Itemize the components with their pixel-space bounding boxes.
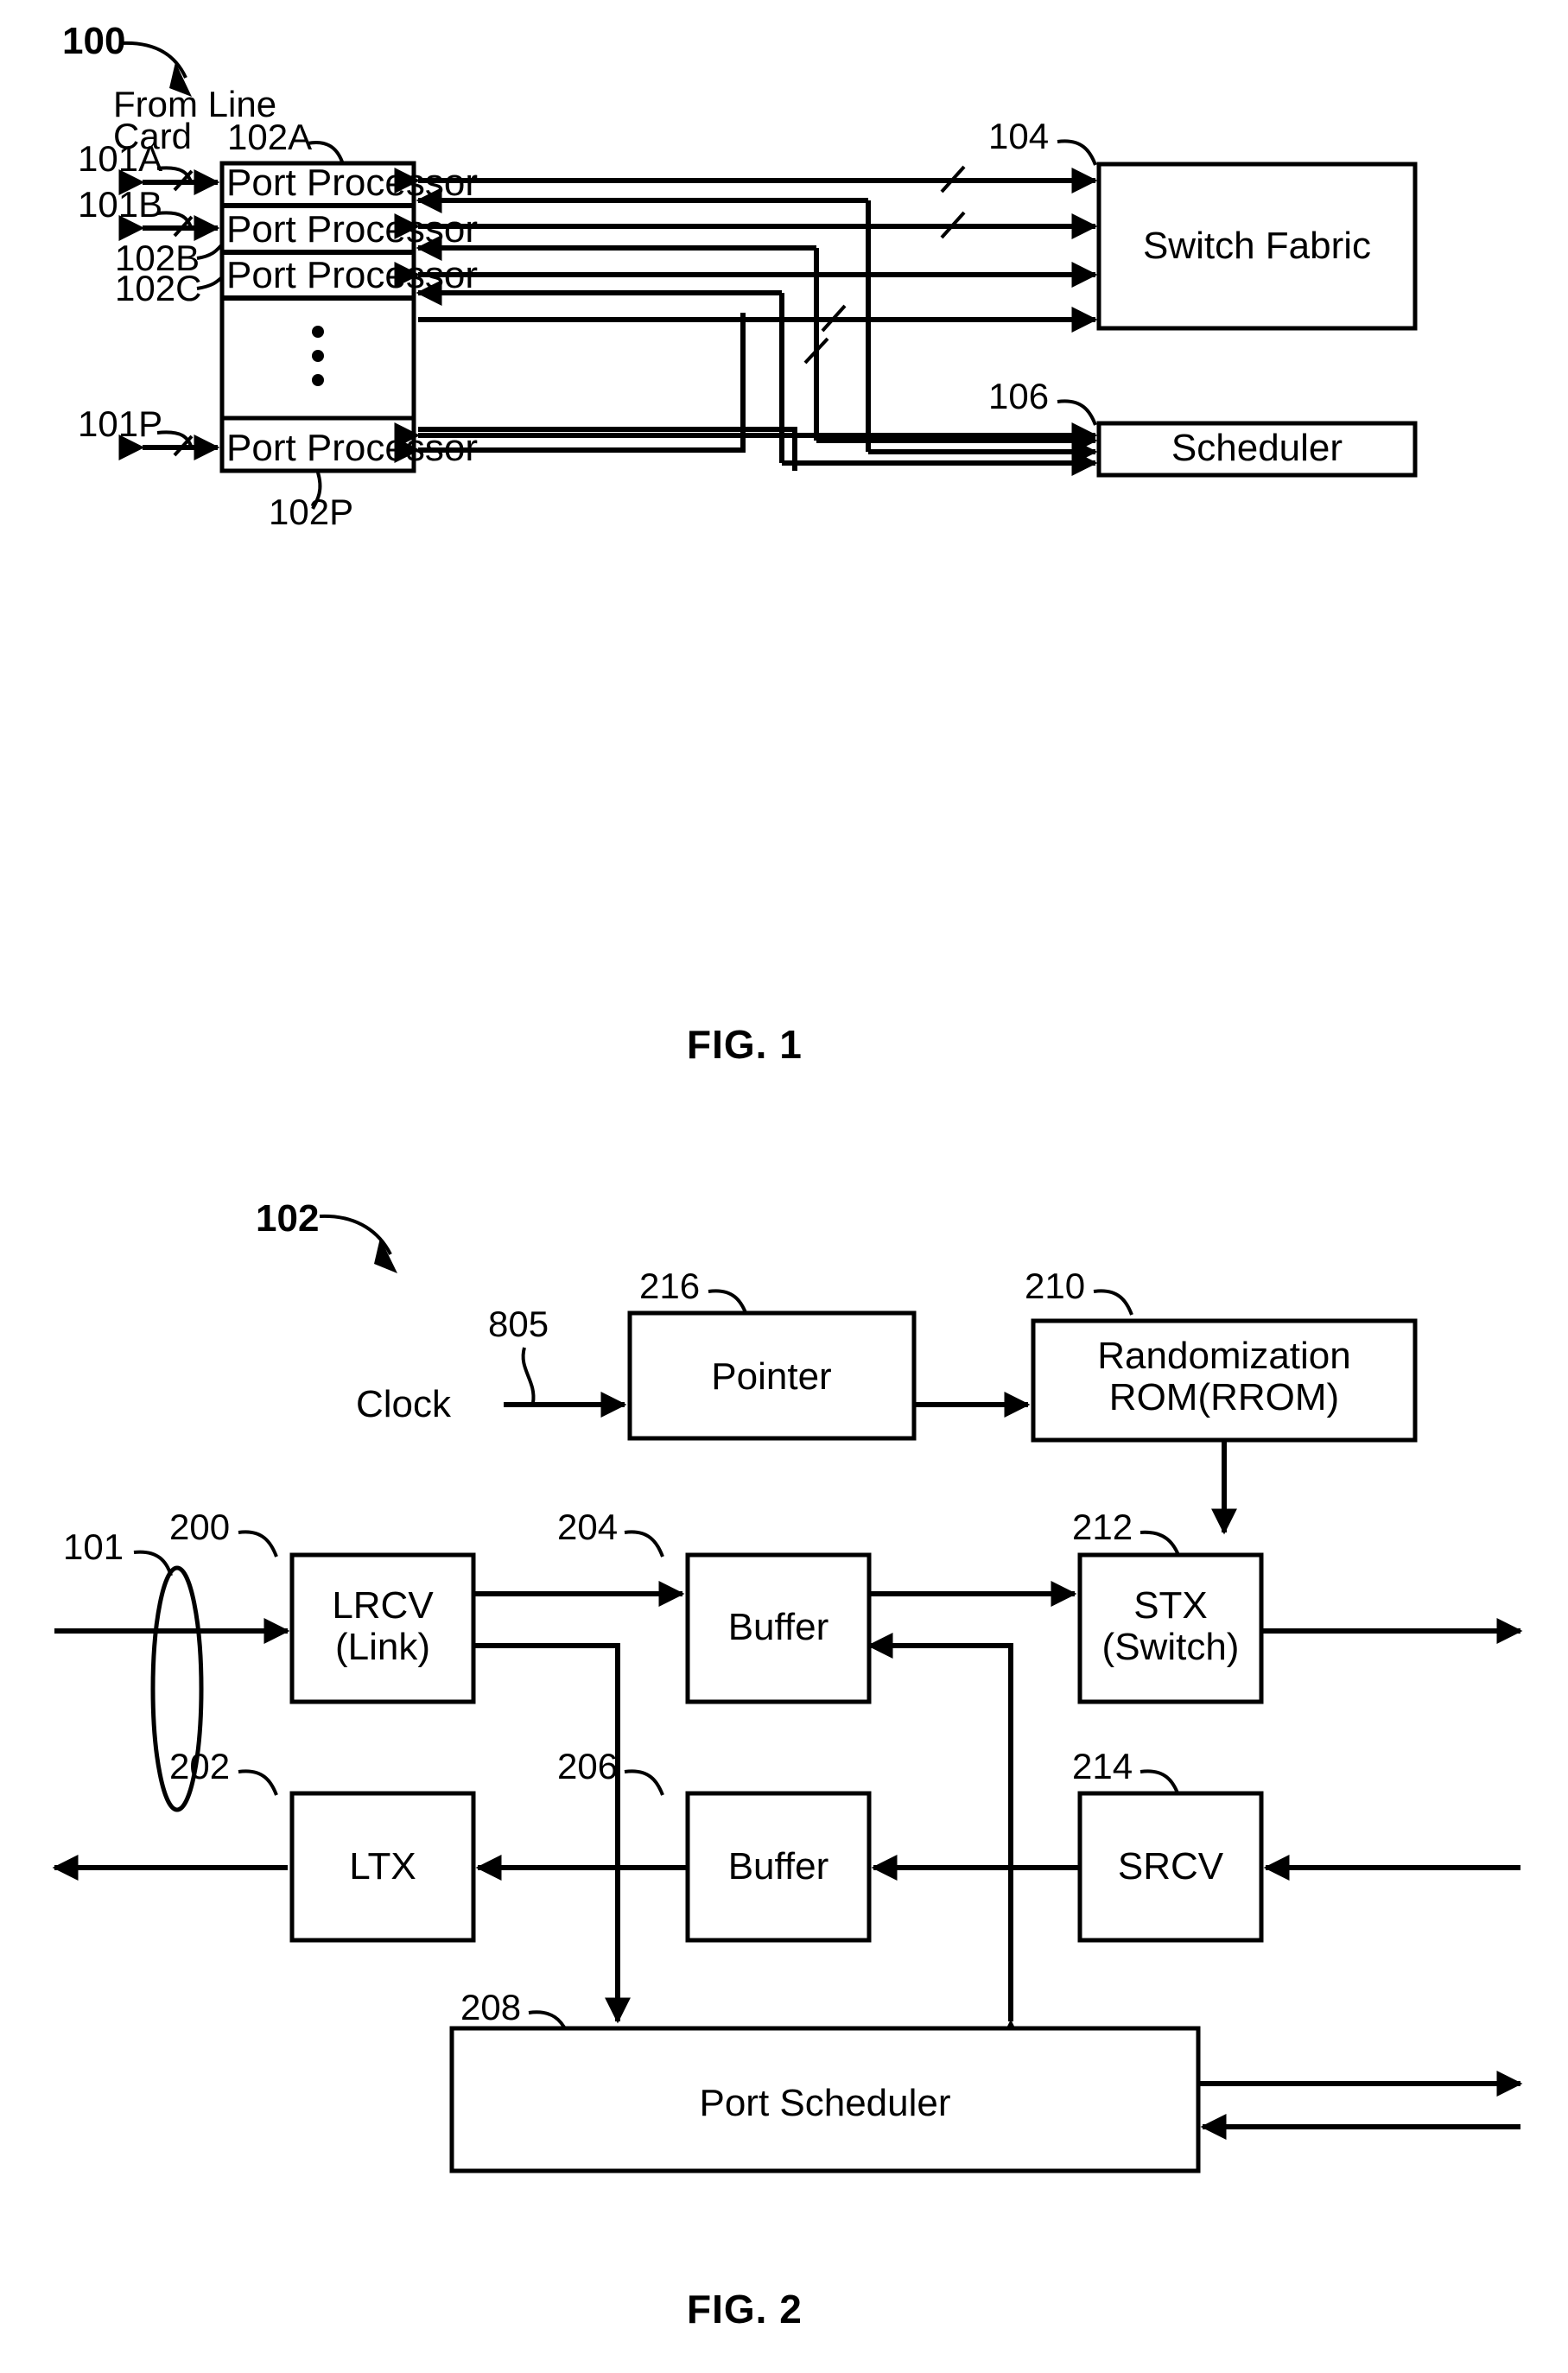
rrom-label-line1: Randomization	[1097, 1335, 1351, 1377]
figure-2-group: 102 Clock 805 216 Pointer 210 Randomizat…	[52, 1197, 1523, 2332]
lrcv-label-line2: (Link)	[335, 1626, 430, 1668]
ellipsis-dot-1	[312, 326, 324, 338]
switch-fabric-label: Switch Fabric	[1143, 225, 1371, 267]
ref-216: 216	[639, 1266, 700, 1306]
ltx-label: LTX	[349, 1845, 416, 1888]
ref-104: 104	[988, 116, 1049, 156]
ref-102p: 102P	[269, 492, 353, 532]
figure-1-group: 100 From Line Card 102A 104 106 Port Pro…	[62, 20, 1418, 1067]
clock-label: Clock	[356, 1383, 452, 1425]
ref-106-leader	[1057, 399, 1097, 426]
ref-206: 206	[557, 1746, 618, 1786]
stx-label-line2: (Switch)	[1102, 1626, 1240, 1668]
ref-106: 106	[988, 376, 1049, 416]
fig2-caption: FIG. 2	[687, 2287, 803, 2332]
rrom-label-line2: ROM(RROM)	[1109, 1376, 1339, 1418]
pointer-label: Pointer	[711, 1355, 831, 1398]
ref-200-leader	[238, 1530, 278, 1558]
ref-202: 202	[169, 1746, 230, 1786]
ref-206-leader	[624, 1769, 664, 1796]
ref-200: 200	[169, 1507, 230, 1547]
buffer204-portsched-wire	[867, 1633, 1024, 2046]
ref-204-leader	[624, 1530, 664, 1558]
figures-canvas: 100 From Line Card 102A 104 106 Port Pro…	[52, 20, 1523, 2332]
srcv-label: SRCV	[1118, 1845, 1224, 1888]
fig2-system-ref: 102	[256, 1197, 319, 1240]
buffer206-label: Buffer	[728, 1845, 829, 1888]
ref-202-leader	[238, 1769, 278, 1796]
patent-drawing-sheet: 100 From Line Card 102A 104 106 Port Pro…	[0, 0, 1568, 2373]
fig1-caption: FIG. 1	[687, 1022, 803, 1067]
ref-210: 210	[1025, 1266, 1085, 1306]
ref-212-leader	[1139, 1530, 1180, 1556]
ellipsis-dot-3	[312, 374, 324, 386]
lrcv-to-portsched-wire	[473, 1643, 631, 2024]
port-scheduler-label: Port Scheduler	[699, 2082, 950, 2124]
ref-101p: 101P	[78, 403, 162, 444]
lrcv-label-line1: LRCV	[332, 1584, 434, 1627]
ref-208: 208	[460, 1987, 521, 2027]
fig1-system-ref: 100	[62, 20, 125, 62]
ref-102b-leader	[196, 242, 225, 260]
buffer204-label: Buffer	[728, 1606, 829, 1648]
ellipsis-dot-2	[312, 350, 324, 362]
ref-102c: 102C	[115, 268, 201, 308]
ref-104-leader	[1057, 139, 1097, 166]
stx-label-line1: STX	[1133, 1584, 1208, 1627]
ref-210-leader	[1093, 1289, 1133, 1316]
ref-204: 204	[557, 1507, 618, 1547]
ref-101-leader	[133, 1550, 173, 1577]
ref-101b: 101B	[78, 184, 162, 225]
ref-805: 805	[488, 1304, 549, 1344]
ref-102a: 102A	[227, 117, 312, 157]
ref-214: 214	[1072, 1746, 1133, 1786]
ref-212: 212	[1072, 1507, 1133, 1547]
ref-805-leader	[521, 1347, 536, 1404]
ref-101a: 101A	[78, 138, 162, 179]
ref-101: 101	[63, 1526, 124, 1567]
scheduler-label: Scheduler	[1171, 427, 1343, 469]
port-processor-label-1: Port Processor	[226, 208, 478, 251]
